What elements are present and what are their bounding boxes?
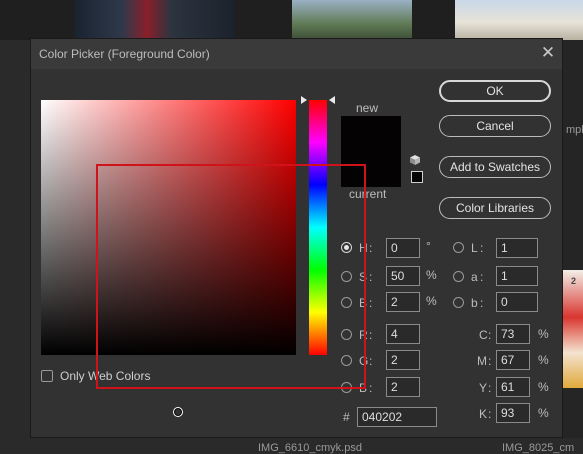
colon-label: : [369, 381, 373, 395]
hue-label: H [359, 241, 368, 255]
background-panel-text: mpk [566, 124, 583, 136]
web-safe-color-icon[interactable] [411, 171, 423, 183]
black-unit: % [538, 406, 549, 420]
background-filename: IMG_8025_cm [502, 442, 575, 454]
brightness-label: B [359, 296, 368, 310]
hue-slider-left-arrow-icon[interactable] [301, 96, 307, 104]
hue-slider[interactable] [309, 100, 327, 355]
red-input[interactable]: 4 [386, 324, 420, 344]
hue-radio[interactable] [341, 242, 352, 253]
background-left-panel [0, 40, 30, 453]
saturation-radio[interactable] [341, 271, 352, 282]
add-to-swatches-button[interactable]: Add to Swatches [439, 156, 551, 178]
a-channel-input[interactable]: 1 [496, 266, 538, 286]
saturation-label: S [359, 270, 368, 284]
magenta-label: M [477, 354, 487, 368]
yellow-label: Y [479, 381, 488, 395]
yellow-unit: % [538, 380, 549, 394]
hue-slider-right-arrow-icon[interactable] [329, 96, 335, 104]
b-channel-label: b [471, 296, 478, 310]
background-top-strip [0, 0, 583, 40]
colon-label: : [369, 270, 373, 284]
a-channel-radio[interactable] [453, 271, 464, 282]
yellow-input[interactable]: 61 [496, 377, 530, 397]
green-input[interactable]: 2 [386, 350, 420, 370]
background-thumbnail[interactable] [455, 0, 583, 40]
colon-label: : [369, 328, 373, 342]
colon-label: : [480, 296, 484, 310]
colon-label: : [488, 328, 492, 342]
new-color-label: new [356, 101, 379, 115]
red-radio[interactable] [341, 329, 352, 340]
lightness-label: L [471, 241, 478, 255]
colon-label: : [369, 241, 373, 255]
green-radio[interactable] [341, 355, 352, 366]
hex-symbol-label: # [343, 410, 350, 424]
blue-input[interactable]: 2 [386, 377, 420, 397]
colon-label: : [369, 354, 373, 368]
b-channel-radio[interactable] [453, 297, 464, 308]
hex-input[interactable]: 040202 [357, 407, 437, 427]
gamut-cube-icon[interactable] [409, 154, 421, 166]
current-color-swatch[interactable] [341, 152, 401, 187]
background-right-panel [562, 40, 583, 453]
red-label: R [359, 328, 368, 342]
cyan-unit: % [538, 327, 549, 341]
only-web-colors-label[interactable]: Only Web Colors [60, 369, 150, 383]
blue-radio[interactable] [341, 382, 352, 393]
dialog-titlebar[interactable]: Color Picker (Foreground Color) ✕ [31, 39, 562, 69]
colon-label: : [488, 354, 492, 368]
background-thumbnail-partial[interactable] [563, 270, 583, 388]
cancel-button[interactable]: Cancel [439, 115, 551, 137]
ok-button[interactable]: OK [439, 80, 551, 102]
color-picker-dialog: Color Picker (Foreground Color) ✕ new cu… [30, 38, 563, 438]
hue-unit: ° [426, 239, 431, 253]
current-color-label: current [349, 187, 387, 201]
colon-label: : [488, 381, 492, 395]
b-channel-input[interactable]: 0 [496, 292, 538, 312]
magenta-input[interactable]: 67 [496, 350, 530, 370]
brightness-input[interactable]: 2 [386, 292, 420, 312]
new-color-swatch [341, 116, 401, 152]
colon-label: : [369, 296, 373, 310]
lightness-radio[interactable] [453, 242, 464, 253]
cyan-label: C [479, 328, 488, 342]
background-thumbnail[interactable] [292, 0, 412, 40]
colon-label: : [488, 407, 492, 421]
saturation-unit: % [426, 268, 437, 282]
green-label: G [359, 354, 369, 368]
color-libraries-button[interactable]: Color Libraries [439, 197, 551, 219]
background-filename: IMG_6610_cmyk.psd [258, 442, 362, 454]
lightness-input[interactable]: 1 [496, 238, 538, 258]
hue-input[interactable]: 0 [386, 238, 420, 258]
background-thumbnail[interactable] [75, 0, 235, 40]
a-channel-label: a [471, 270, 478, 284]
saturation-brightness-field[interactable] [41, 100, 296, 417]
dialog-title: Color Picker (Foreground Color) [39, 47, 210, 61]
color-field-marker[interactable] [173, 407, 183, 417]
magenta-unit: % [538, 353, 549, 367]
brightness-unit: % [426, 294, 437, 308]
colon-label: : [480, 270, 484, 284]
background-badge: 2 [571, 276, 577, 286]
cyan-input[interactable]: 73 [496, 324, 530, 344]
black-input[interactable]: 93 [496, 403, 530, 423]
colon-label: : [480, 241, 484, 255]
black-label: K [479, 407, 488, 421]
close-icon[interactable]: ✕ [539, 43, 557, 63]
saturation-input[interactable]: 50 [386, 266, 420, 286]
blue-label: B [359, 381, 368, 395]
only-web-colors-checkbox[interactable] [41, 370, 53, 382]
brightness-radio[interactable] [341, 297, 352, 308]
